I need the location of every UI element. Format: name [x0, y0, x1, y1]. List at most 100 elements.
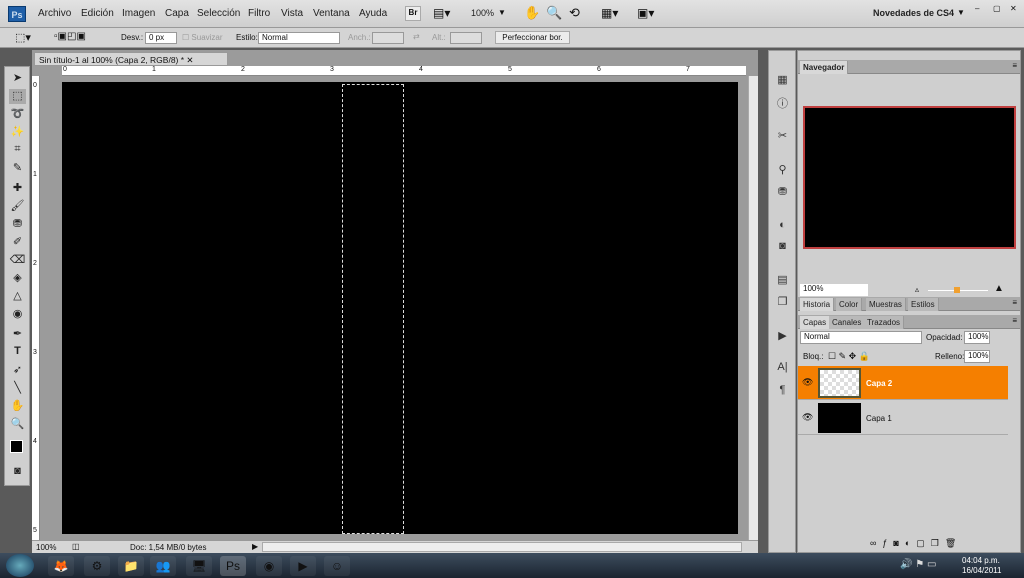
notes-icon[interactable]: ▤: [775, 273, 790, 287]
blend-mode-select[interactable]: Normal: [800, 331, 922, 344]
info-icon[interactable]: ⓘ: [775, 95, 790, 110]
photoshop-taskbar-icon[interactable]: Ps: [220, 556, 246, 576]
app-icon[interactable]: ⚙: [84, 556, 110, 576]
paint-bucket-icon[interactable]: ◈: [9, 271, 26, 286]
minimize-button[interactable]: –: [975, 4, 979, 13]
firefox-icon[interactable]: 🦊: [48, 556, 74, 576]
opacity-input[interactable]: 100%: [964, 331, 990, 344]
chevron-down-icon[interactable]: ▼: [498, 8, 506, 17]
app-icon[interactable]: 👥: [150, 556, 176, 576]
eraser-icon[interactable]: ⌫: [9, 253, 26, 268]
clone-stamp-icon[interactable]: ⛃: [9, 217, 26, 232]
navigator-preview[interactable]: [803, 106, 1016, 249]
tab-canales[interactable]: Canales: [829, 316, 866, 329]
histogram-icon[interactable]: ▦: [775, 73, 790, 87]
menu-capa[interactable]: Capa: [165, 8, 189, 19]
line-tool-icon[interactable]: ╲: [9, 381, 26, 396]
chevron-down-icon[interactable]: ▼: [957, 8, 965, 17]
clone-source-icon[interactable]: ⚲: [775, 163, 790, 177]
panel-menu-icon[interactable]: ≡: [1012, 61, 1017, 70]
zoom-slider-handle[interactable]: [954, 287, 960, 293]
tab-muestras[interactable]: Muestras: [866, 298, 906, 311]
foreground-color-swatch[interactable]: [10, 440, 23, 453]
navigator-zoom-field[interactable]: 100%: [800, 284, 868, 296]
panel-menu-icon[interactable]: ≡: [1012, 298, 1017, 307]
app-icon[interactable]: 🖥: [186, 556, 212, 576]
tab-color[interactable]: Color: [836, 298, 863, 311]
status-icon[interactable]: ◫: [72, 542, 80, 551]
app-icon[interactable]: ☺: [324, 556, 350, 576]
rect-marquee-preset-icon[interactable]: ⬚▾: [15, 31, 31, 44]
status-menu-arrow-icon[interactable]: ▶: [252, 542, 258, 551]
menu-vista[interactable]: Vista: [281, 8, 303, 19]
path-selection-icon[interactable]: ➶: [9, 363, 26, 378]
style-select[interactable]: Normal: [258, 32, 340, 44]
horizontal-scrollbar[interactable]: [262, 542, 742, 552]
pen-tool-icon[interactable]: ✒: [9, 327, 26, 342]
zoom-slider[interactable]: [928, 287, 988, 293]
paragraph-icon[interactable]: ¶: [775, 384, 790, 398]
bridge-button[interactable]: Br: [405, 6, 421, 21]
tab-historia[interactable]: Historia: [800, 298, 835, 311]
refine-edge-button[interactable]: Perfeccionar bor.: [495, 31, 570, 44]
stamp-icon[interactable]: ⛃: [775, 185, 790, 199]
zoom-tool-icon[interactable]: 🔍: [546, 5, 562, 21]
brush-tool-icon[interactable]: 🖌: [9, 199, 26, 214]
screen-mode-dropdown-icon[interactable]: ▣▾: [637, 6, 654, 20]
zoom-level-dropdown[interactable]: 100%: [471, 8, 494, 18]
maximize-button[interactable]: ▢: [993, 4, 1001, 13]
layer-actions-icons[interactable]: ∞ƒ◙◐▢❐🗑: [870, 538, 962, 549]
start-button[interactable]: [6, 554, 34, 577]
menu-ventana[interactable]: Ventana: [313, 8, 350, 19]
vertical-scrollbar[interactable]: [748, 76, 758, 540]
rotate-view-icon[interactable]: ⟲: [569, 5, 580, 21]
dodge-tool-icon[interactable]: ◉: [9, 307, 26, 322]
eye-icon[interactable]: 👁: [802, 412, 813, 423]
app-icon[interactable]: ◉: [256, 556, 282, 576]
document-tab[interactable]: Sin título-1 al 100% (Capa 2, RGB/8) * ✕: [34, 52, 228, 66]
fill-input[interactable]: 100%: [964, 350, 990, 363]
menu-seleccion[interactable]: Selección: [197, 8, 240, 19]
menu-imagen[interactable]: Imagen: [122, 8, 155, 19]
canvas[interactable]: [62, 82, 738, 534]
masks-icon[interactable]: ◙: [775, 240, 790, 254]
layer-row[interactable]: 👁 Capa 1: [798, 401, 1008, 435]
menu-ayuda[interactable]: Ayuda: [359, 8, 387, 19]
layer-row[interactable]: 👁 Capa 2: [798, 366, 1008, 400]
move-tool-icon[interactable]: ➤: [9, 71, 26, 86]
type-tool-icon[interactable]: T: [9, 345, 26, 360]
antialias-checkbox[interactable]: ☐ Suavizar: [182, 33, 223, 42]
eye-icon[interactable]: 👁: [802, 377, 813, 388]
zoom-in-icon[interactable]: ▲: [994, 283, 1004, 294]
arrange-documents-icon[interactable]: ▦▾: [601, 6, 618, 20]
actions-icon[interactable]: ▶: [775, 329, 790, 343]
width-input[interactable]: [372, 32, 404, 44]
lasso-tool-icon[interactable]: ➰: [9, 107, 26, 122]
quick-mask-icon[interactable]: ◙: [9, 465, 26, 480]
swap-icon[interactable]: ⇄: [413, 32, 420, 41]
menu-filtro[interactable]: Filtro: [248, 8, 270, 19]
menu-edicion[interactable]: Edición: [81, 8, 114, 19]
zoom-field[interactable]: 100%: [36, 543, 56, 552]
tab-trazados[interactable]: Trazados: [864, 316, 905, 329]
tab-capas[interactable]: Capas: [800, 316, 831, 329]
lock-icons[interactable]: ☐ ✎ ✥ 🔒: [828, 351, 870, 362]
explorer-icon[interactable]: 📁: [118, 556, 144, 576]
tab-estilos[interactable]: Estilos: [908, 298, 939, 311]
layer-comps-icon[interactable]: ❐: [775, 295, 790, 309]
screen-mode-icon[interactable]: ▤▾: [433, 6, 450, 20]
close-tab-icon[interactable]: ✕: [186, 55, 193, 65]
character-icon[interactable]: A|: [775, 361, 790, 375]
magic-wand-icon[interactable]: ✨: [9, 125, 26, 140]
crop-tool-icon[interactable]: ⌗: [9, 143, 26, 158]
menu-archivo[interactable]: Archivo: [38, 8, 71, 19]
media-player-icon[interactable]: ▶: [290, 556, 316, 576]
hand-tool-icon[interactable]: ✋: [524, 5, 540, 21]
tab-navigator[interactable]: Navegador: [800, 61, 849, 74]
panel-menu-icon[interactable]: ≡: [1012, 316, 1017, 325]
history-brush-icon[interactable]: ✐: [9, 235, 26, 250]
zoom-tool-icon[interactable]: 🔍: [9, 417, 26, 432]
hand-tool-icon[interactable]: ✋: [9, 399, 26, 414]
workspace-switcher[interactable]: Novedades de CS4: [873, 8, 954, 18]
eyedropper-icon[interactable]: ✎: [9, 161, 26, 176]
